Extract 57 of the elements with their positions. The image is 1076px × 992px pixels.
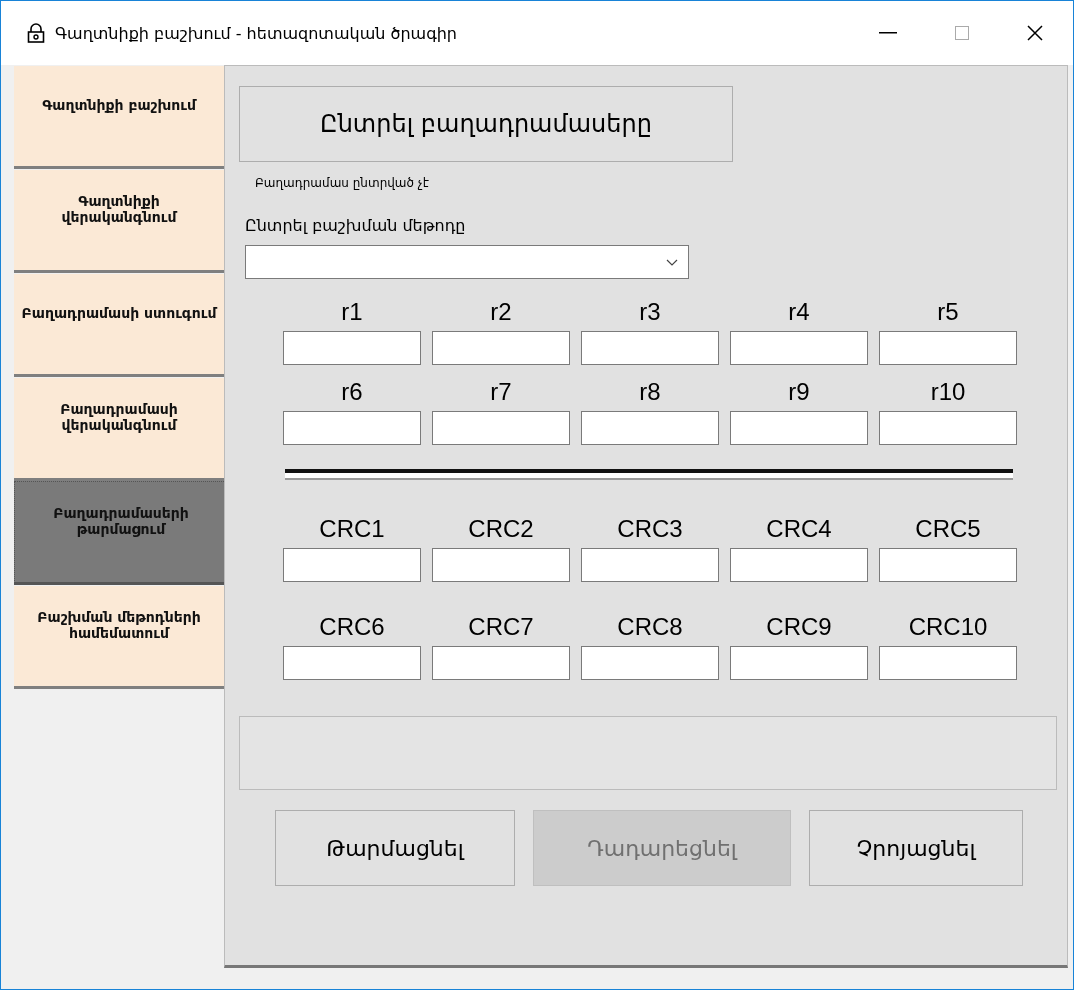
input-field[interactable] [283,411,421,445]
field-label: CRC2 [468,514,534,544]
field-label: r2 [490,297,512,327]
sidebar-tab[interactable]: Գաղտնիքի վերականգնում [14,169,224,273]
field-label: CRC6 [319,612,385,642]
sidebar-tab[interactable]: Բաղադրամասի ստուգում [14,273,224,377]
input-field[interactable] [879,411,1017,445]
chevron-down-icon [666,258,678,266]
maximize-icon[interactable] [955,26,969,40]
field-label: CRC8 [617,612,683,642]
input-field[interactable] [432,331,570,365]
field-label: r3 [639,297,661,327]
field-label: CRC7 [468,612,534,642]
input-field[interactable] [581,331,719,365]
input-field[interactable] [879,646,1017,680]
input-field[interactable] [283,646,421,680]
input-field[interactable] [432,646,570,680]
input-field[interactable] [879,548,1017,582]
input-field[interactable] [730,548,868,582]
field-label: r9 [788,377,810,407]
input-field[interactable] [283,331,421,365]
input-field[interactable] [432,411,570,445]
field-label: CRC9 [766,612,832,642]
action-button[interactable]: Թարմացնել [275,810,515,886]
field-label: r6 [341,377,363,407]
field-label: CRC3 [617,514,683,544]
method-label: Ընտրել բաշխման մեթոդը [245,216,467,235]
field-label: CRC5 [915,514,981,544]
input-field[interactable] [879,331,1017,365]
field-label: r8 [639,377,661,407]
sidebar-tab[interactable]: Բաշխման մեթոդների համեմատում [14,585,224,689]
field-label: r10 [930,377,966,407]
input-field[interactable] [730,646,868,680]
input-field[interactable] [730,411,868,445]
field-label: r5 [937,297,959,327]
input-field[interactable] [581,411,719,445]
input-field[interactable] [730,331,868,365]
minimize-icon[interactable] [879,32,897,34]
input-field[interactable] [432,548,570,582]
sidebar-tab[interactable]: Բաղադրամասի վերականգնում [14,377,224,481]
action-button[interactable]: Չրոյացնել [809,810,1023,886]
status-text: Բաղադրամաս ընտրված չէ [255,176,430,190]
field-label: CRC4 [766,514,832,544]
input-field[interactable] [581,548,719,582]
select-components-button[interactable]: Ընտրել բաղադրամասերը [239,86,733,162]
input-field[interactable] [581,646,719,680]
window-title: Գաղտնիքի բաշխում - հետազոտական ծրագիր [55,23,457,43]
sidebar-tab[interactable]: Գաղտնիքի բաշխում [14,65,224,169]
field-label: r4 [788,297,810,327]
method-dropdown[interactable] [245,245,689,279]
input-field[interactable] [283,548,421,582]
field-label: r7 [490,377,512,407]
close-icon[interactable] [1027,25,1043,41]
field-label: CRC1 [319,514,385,544]
field-label: r1 [341,297,363,327]
field-label: CRC10 [908,612,988,642]
lock-icon [27,23,45,43]
